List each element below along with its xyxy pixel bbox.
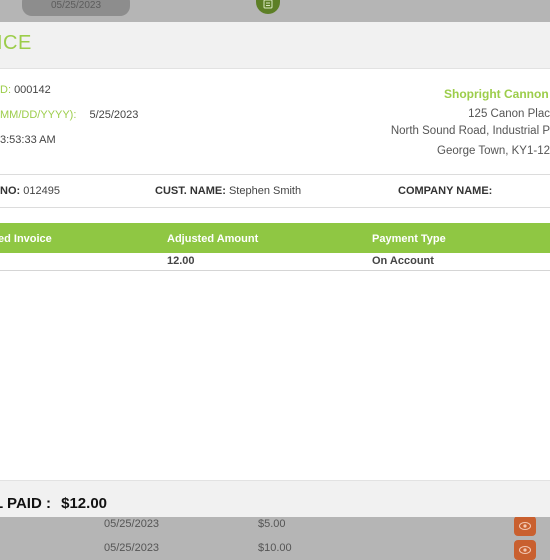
eye-icon [519, 546, 531, 554]
company-name-label: COMPANY NAME: [398, 185, 493, 197]
store-address-line-1: 125 Canon Plac [468, 108, 550, 120]
background-date-pill: 05/25/2023 [22, 0, 130, 16]
invoice-id-label: D: [0, 84, 11, 96]
modal-title: ICE [0, 32, 32, 54]
eye-icon [519, 522, 531, 530]
calculator-icon[interactable] [256, 0, 280, 14]
customer-name-value: Stephen Smith [228, 185, 302, 197]
invoice-id-value: 000142 [14, 84, 51, 96]
customer-name-label: CUST. NAME: [155, 185, 226, 197]
store-address-line-2: North Sound Road, Industrial P [390, 125, 550, 137]
invoice-date-line: MM/DD/YYYY): 5/25/2023 [0, 109, 138, 121]
column-header-payment-type: Payment Type [372, 233, 446, 245]
calculator-icon-glyph [263, 0, 273, 9]
total-paid-value: $12.00 [61, 495, 108, 512]
company-name: COMPANY NAME: [398, 185, 492, 197]
background-row-date: 05/25/2023 [104, 542, 160, 554]
modal-header: ICE [0, 22, 550, 69]
table-row: 12.00 On Account [0, 253, 550, 271]
invoice-date-value: 5/25/2023 [89, 109, 139, 121]
table-header: ed Invoice Adjusted Amount Payment Type [0, 223, 550, 253]
background-date-text: 05/25/2023 [50, 0, 102, 11]
total-paid-label: L PAID : [0, 495, 51, 512]
account-number-value: 012495 [23, 185, 60, 197]
total-paid: L PAID : $12.00 [0, 495, 107, 512]
column-header-adjusted-amount: Adjusted Amount [167, 233, 259, 245]
customer-info-band: NO: 012495 CUST. NAME: Stephen Smith COM… [0, 174, 550, 208]
cell-payment-type: On Account [372, 255, 434, 267]
background-row-amount: $10.00 [258, 542, 292, 554]
view-eye-icon[interactable] [514, 516, 536, 536]
invoice-date-label: MM/DD/YYYY): [0, 109, 77, 121]
background-row-amount: $5.00 [258, 518, 286, 530]
background-list-row: 05/25/2023 $10.00 [0, 534, 550, 560]
customer-name: CUST. NAME: Stephen Smith [155, 185, 301, 197]
store-address-line-3: George Town, KY1-12 [437, 145, 550, 157]
modal-footer: L PAID : $12.00 [0, 480, 550, 517]
invoice-modal: ICE D: 000142 MM/DD/YYYY): 5/25/2023 3:5… [0, 22, 550, 517]
background-row-date: 05/25/2023 [104, 518, 160, 530]
invoice-time: 3:53:33 AM [0, 134, 56, 146]
store-name: Shopright Cannon P [444, 87, 550, 101]
column-header-invoice: ed Invoice [0, 233, 52, 245]
cell-adjusted-amount: 12.00 [167, 255, 195, 267]
invoice-id-line: D: 000142 [0, 84, 51, 96]
account-number: NO: 012495 [0, 185, 60, 197]
view-eye-icon[interactable] [514, 540, 536, 560]
account-number-label: NO: [0, 185, 21, 197]
